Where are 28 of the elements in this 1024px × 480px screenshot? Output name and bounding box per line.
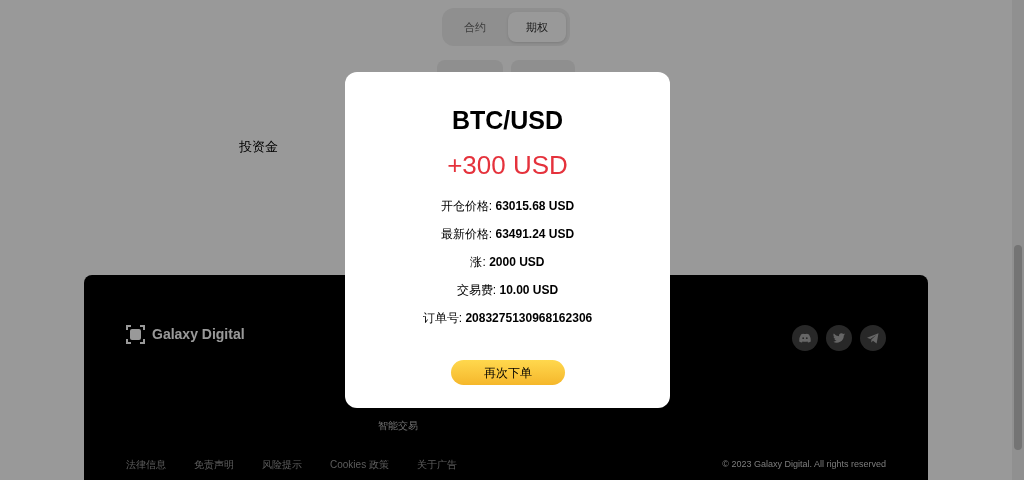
profit-amount: +300 USD	[447, 150, 568, 180]
bird-icon	[833, 333, 845, 343]
logo-icon	[126, 324, 145, 344]
tab[interactable]: 合约	[446, 12, 504, 42]
detail-line: 订单号: 2083275130968162306	[422, 310, 593, 326]
paper-plane-icon	[867, 332, 879, 344]
footer-link[interactable]: 风险提示	[262, 457, 302, 472]
dialog-title: BTC/USD	[451, 105, 564, 135]
footer-link[interactable]: 智能交易	[378, 418, 886, 433]
field-label: 投资金	[239, 139, 278, 154]
discord-button[interactable]	[792, 325, 818, 351]
detail-line: 涨: 2000 USD	[470, 254, 545, 270]
footer-link[interactable]: 免责声明	[194, 457, 234, 472]
footer-link[interactable]: 关于广告	[416, 457, 457, 472]
scrollbar-thumb[interactable]	[1014, 245, 1022, 450]
brand-name: Galaxy Digital	[152, 324, 245, 344]
telegram-button[interactable]	[860, 325, 886, 351]
footer-link[interactable]: 法律信息	[126, 457, 166, 472]
copyright-text: © 2023 Galaxy Digital. All rights reserved	[722, 457, 886, 471]
discord-icon	[799, 333, 811, 343]
twitter-button[interactable]	[826, 325, 852, 351]
detail-line: 开仓价格: 63015.68 USD	[440, 198, 575, 214]
footer-link[interactable]: Cookies 政策	[330, 457, 389, 472]
scrollbar[interactable]	[1012, 0, 1024, 480]
tab[interactable]: 期权	[508, 12, 566, 42]
reorder-button[interactable]: 再次下单	[450, 360, 565, 385]
detail-line: 最新价格: 63491.24 USD	[440, 226, 575, 242]
detail-line: 交易费: 10.00 USD	[456, 282, 559, 298]
